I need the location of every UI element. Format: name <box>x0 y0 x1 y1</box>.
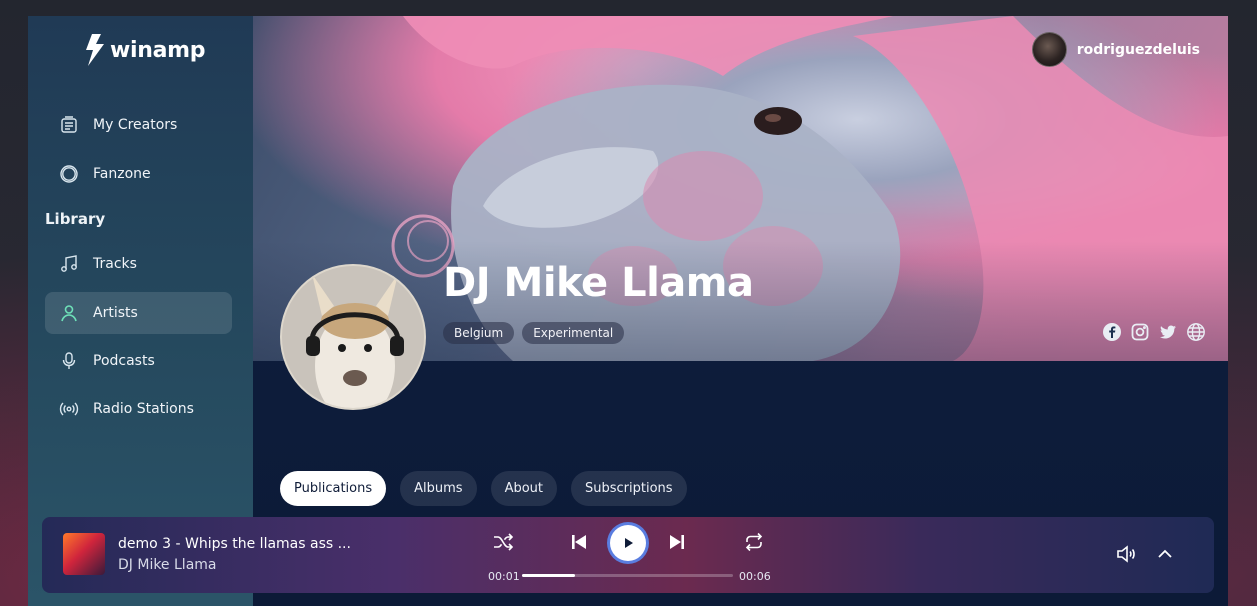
repeat-icon <box>745 532 763 552</box>
sidebar-item-label: Artists <box>93 305 138 321</box>
facebook-icon[interactable] <box>1102 322 1122 342</box>
tag-country[interactable]: Belgium <box>443 322 515 344</box>
person-icon <box>61 305 77 322</box>
now-playing-title[interactable]: demo 3 - Whips the llamas ass ... <box>118 536 351 552</box>
instagram-icon[interactable] <box>1130 322 1150 342</box>
tag-genre[interactable]: Experimental <box>522 322 625 344</box>
repeat-button[interactable] <box>741 529 767 555</box>
creators-icon <box>61 116 77 133</box>
sidebar-item-label: Tracks <box>93 256 137 272</box>
sidebar-item-tracks[interactable]: Tracks <box>45 243 232 285</box>
track-cover-art[interactable] <box>63 533 105 575</box>
fanzone-icon <box>60 165 78 183</box>
next-button[interactable] <box>664 529 690 555</box>
artist-tabs: Publications Albums About Subscriptions <box>280 471 687 506</box>
llama-avatar-art <box>282 266 424 408</box>
time-total: 00:06 <box>739 570 771 583</box>
skip-previous-icon <box>572 535 586 549</box>
radio-icon <box>59 402 79 416</box>
artist-avatar <box>280 264 426 410</box>
winamp-bolt-icon <box>86 34 104 66</box>
tab-about[interactable]: About <box>490 471 557 506</box>
music-note-icon <box>61 255 77 272</box>
sidebar-item-fanzone[interactable]: Fanzone <box>45 153 232 195</box>
tab-albums[interactable]: Albums <box>400 471 477 506</box>
sidebar-item-label: Podcasts <box>93 353 155 369</box>
twitter-icon[interactable] <box>1158 322 1178 342</box>
now-playing-artist[interactable]: DJ Mike Llama <box>118 557 217 573</box>
sidebar-item-label: Radio Stations <box>93 401 194 417</box>
microphone-icon <box>62 352 76 369</box>
username: rodriguezdeluis <box>1076 41 1200 58</box>
play-icon <box>625 538 633 548</box>
winamp-logo[interactable]: winamp <box>84 32 206 68</box>
library-heading: Library <box>45 210 106 228</box>
progress-fill <box>522 574 575 577</box>
sidebar-item-my-creators[interactable]: My Creators <box>45 104 232 146</box>
artist-name: DJ Mike Llama <box>443 260 754 306</box>
app-window: winamp My Creators Fanzone Library Track… <box>28 16 1228 606</box>
sidebar-item-label: Fanzone <box>93 166 151 182</box>
skip-next-icon <box>670 535 684 549</box>
sidebar-item-radio-stations[interactable]: Radio Stations <box>45 388 232 430</box>
globe-icon[interactable] <box>1186 322 1206 342</box>
tab-publications[interactable]: Publications <box>280 471 387 506</box>
sidebar-item-artists[interactable]: Artists <box>45 292 232 334</box>
social-links <box>1102 322 1206 342</box>
tab-subscriptions[interactable]: Subscriptions <box>571 471 687 506</box>
sidebar-item-podcasts[interactable]: Podcasts <box>45 340 232 382</box>
previous-button[interactable] <box>566 529 592 555</box>
volume-icon[interactable] <box>1115 543 1137 565</box>
artist-tags: Belgium Experimental <box>443 322 625 344</box>
sidebar-item-label: My Creators <box>93 117 178 133</box>
time-elapsed: 00:01 <box>488 570 520 583</box>
play-button[interactable] <box>610 525 646 561</box>
player-bar: demo 3 - Whips the llamas ass ... DJ Mik… <box>42 517 1214 593</box>
user-menu[interactable]: rodriguezdeluis <box>1031 32 1200 67</box>
logo-text: winamp <box>110 37 206 63</box>
avatar <box>1031 32 1067 67</box>
chevron-up-icon[interactable] <box>1154 543 1176 565</box>
shuffle-icon <box>494 533 514 551</box>
progress-slider[interactable] <box>522 574 733 577</box>
shuffle-button[interactable] <box>490 529 516 555</box>
